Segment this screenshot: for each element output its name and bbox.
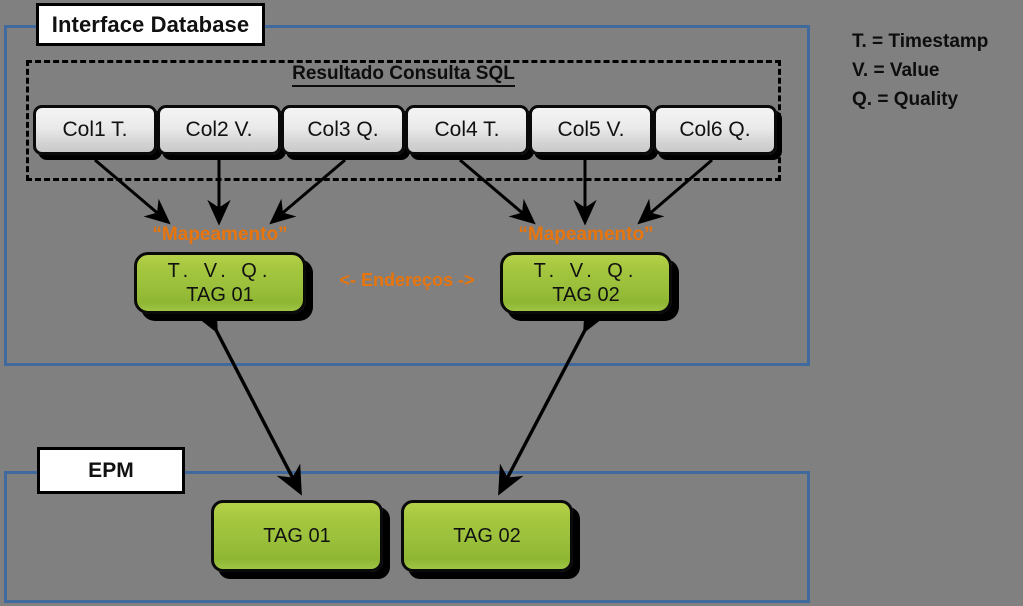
epm-tag-02[interactable]: TAG 02 [401,500,573,572]
column-chip-6-label: Col6 Q. [679,118,751,141]
panel-epm-title-text: EPM [88,458,134,482]
panel-interface-database-title: Interface Database [36,3,265,46]
interface-tag-02[interactable]: T. V. Q. TAG 02 [500,252,672,314]
column-chip-5-label: Col5 V. [557,118,625,141]
column-chip-5[interactable]: Col5 V. [529,105,653,155]
sql-result-caption-text: Resultado Consulta SQL [292,63,515,87]
legend-item-timestamp: T. = Timestamp [852,31,989,52]
interface-tag-01-name: TAG 01 [186,283,254,306]
column-chip-2-label: Col2 V. [185,118,253,141]
sql-result-caption: Resultado Consulta SQL [26,63,781,87]
interface-tag-01-fields: T. V. Q. [167,259,273,282]
enderecos-label: <- Endereços -> [339,270,475,290]
interface-tag-01[interactable]: T. V. Q. TAG 01 [134,252,306,314]
mapping-label-left: “Mapeamento” [152,224,288,245]
epm-tag-02-name: TAG 02 [453,524,521,547]
panel-interface-database-title-text: Interface Database [51,11,250,37]
column-chip-4[interactable]: Col4 T. [405,105,529,155]
column-chip-3-label: Col3 Q. [307,118,379,141]
column-chip-3[interactable]: Col3 Q. [281,105,405,155]
legend: T. = Timestamp V. = Value Q. = Quality [852,28,1022,115]
column-chip-1[interactable]: Col1 T. [33,105,157,155]
diagram-canvas: Resultado Consulta SQL Col1 T. Col2 V. C… [0,0,1023,606]
column-chip-2[interactable]: Col2 V. [157,105,281,155]
column-chip-6[interactable]: Col6 Q. [653,105,777,155]
interface-tag-02-fields: T. V. Q. [533,259,639,282]
column-chip-1-label: Col1 T. [62,118,128,141]
epm-tag-01-name: TAG 01 [263,524,331,547]
legend-item-quality: Q. = Quality [852,88,959,110]
panel-epm-title: EPM [37,447,185,494]
legend-item-value: V. = Value [852,59,940,81]
column-chip-4-label: Col4 T. [434,118,500,141]
epm-tag-01[interactable]: TAG 01 [211,500,383,572]
mapping-label-right: “Mapeamento” [518,224,654,245]
interface-tag-02-name: TAG 02 [552,283,620,306]
